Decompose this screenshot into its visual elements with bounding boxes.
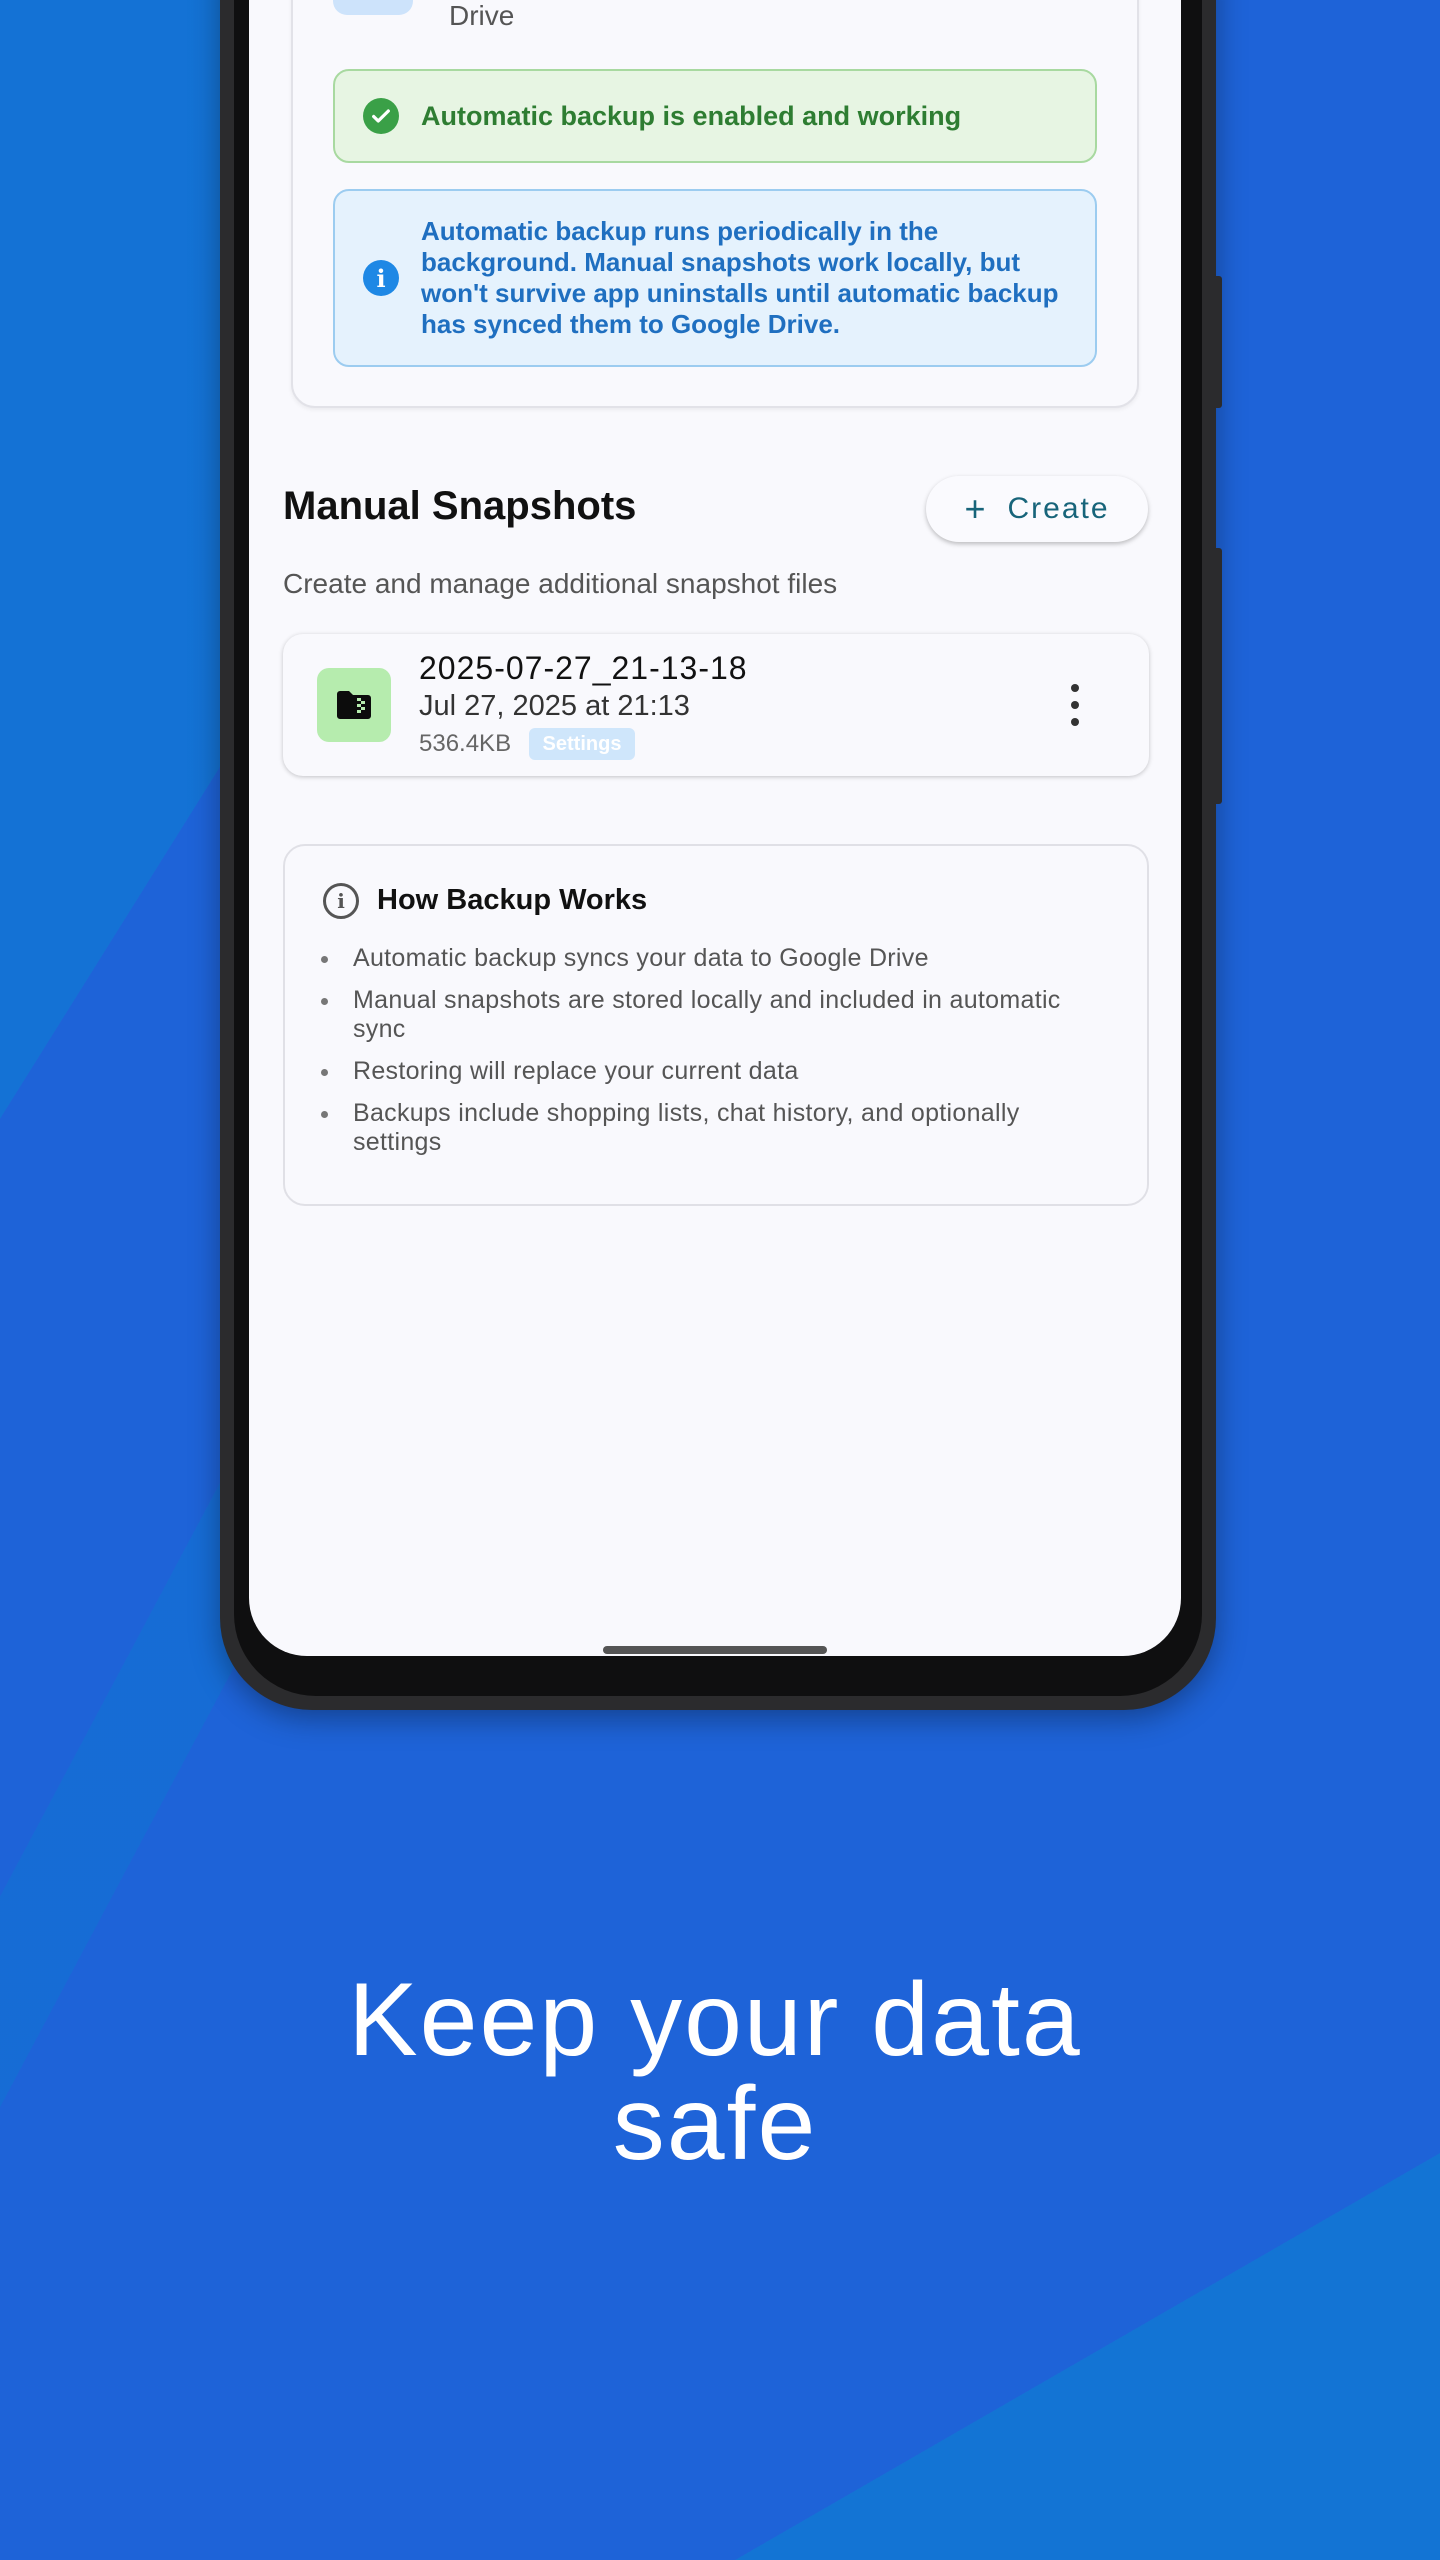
info-icon: i [363, 260, 399, 296]
section-title: Manual Snapshots [283, 484, 637, 528]
more-vert-icon[interactable] [1065, 684, 1085, 726]
folder-zip-icon [317, 668, 391, 742]
status-success-text: Automatic backup is enabled and working [421, 100, 962, 131]
how-title: How Backup Works [377, 884, 648, 916]
plus-icon: + [964, 488, 988, 529]
snapshot-name: 2025-07-27_21-13-18 [419, 650, 748, 686]
snapshot-size: 536.4KB [419, 730, 512, 757]
section-subtitle: Create and manage additional snapshot fi… [283, 568, 838, 599]
create-snapshot-button[interactable]: + Create [926, 476, 1148, 542]
promo-headline: Keep your data safe [0, 1968, 1430, 2176]
phone-side-button [1212, 276, 1222, 408]
headline-line-2: safe [612, 2066, 818, 2182]
card-description: Drive [449, 0, 515, 31]
info-text: Automatic backup runs periodically in th… [421, 216, 1059, 339]
info-outline-icon: i [323, 883, 359, 919]
list-item: Manual snapshots are stored locally and … [319, 986, 1109, 1044]
home-indicator[interactable] [603, 1646, 827, 1654]
headline-line-1: Keep your data [348, 1962, 1082, 2078]
phone-screen: Drive Automatic backup is enabled and wo… [249, 0, 1181, 1656]
list-item: Backups include shopping lists, chat his… [319, 1099, 1109, 1157]
snapshot-badge: Settings [529, 728, 635, 760]
phone-volume-button [1212, 548, 1222, 804]
list-item: Automatic backup syncs your data to Goog… [319, 944, 1109, 973]
list-item: Restoring will replace your current data [319, 1057, 1109, 1086]
snapshot-date: Jul 27, 2025 at 21:13 [419, 690, 690, 722]
check-circle-icon [363, 98, 399, 134]
status-success-banner: Automatic backup is enabled and working [333, 69, 1097, 163]
snapshot-list-item[interactable]: 2025-07-27_21-13-18 Jul 27, 2025 at 21:1… [283, 634, 1149, 776]
how-list: Automatic backup syncs your data to Goog… [319, 944, 1109, 1170]
cloud-icon [333, 0, 413, 15]
create-button-label: Create [1007, 492, 1110, 525]
how-backup-works-card: i How Backup Works Automatic backup sync… [283, 844, 1149, 1206]
info-banner: i Automatic backup runs periodically in … [333, 189, 1097, 367]
